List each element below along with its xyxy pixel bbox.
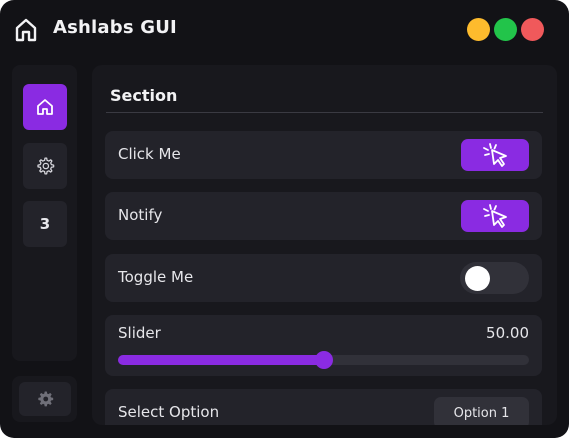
slider-row: Slider 50.00 — [105, 315, 542, 376]
notify-row: Notify — [105, 192, 542, 240]
slider-label: Slider — [118, 324, 161, 342]
select-option-row: Select Option Option 1 — [105, 389, 542, 425]
sidebar: 3 — [12, 65, 77, 361]
sidebar-item-settings[interactable] — [23, 143, 67, 189]
home-icon — [15, 18, 37, 42]
click-me-label: Click Me — [118, 145, 181, 163]
main-panel: Section Click Me Notify Toggle Me Slider… — [92, 65, 557, 425]
section-title: Section — [110, 86, 178, 105]
notify-button[interactable] — [461, 200, 529, 232]
sidebar-item-3[interactable]: 3 — [23, 201, 67, 247]
slider-track[interactable] — [118, 351, 529, 369]
cursor-click-icon — [483, 143, 507, 167]
sidebar-footer — [12, 376, 77, 422]
gear-icon — [37, 157, 55, 175]
toggle-me-switch[interactable] — [460, 262, 529, 294]
section-divider — [106, 112, 543, 113]
minimize-button[interactable] — [467, 18, 490, 41]
slider-value: 50.00 — [486, 324, 529, 342]
close-button[interactable] — [521, 18, 544, 41]
title-bar: Ashlabs GUI — [0, 0, 569, 60]
notify-label: Notify — [118, 206, 163, 224]
toggle-me-label: Toggle Me — [118, 268, 194, 286]
gear-icon — [38, 391, 54, 407]
toggle-me-row: Toggle Me — [105, 254, 542, 302]
toggle-knob — [465, 266, 490, 291]
home-icon — [37, 99, 53, 115]
sidebar-item-home[interactable] — [23, 84, 67, 130]
slider-thumb[interactable] — [314, 351, 333, 369]
slider-fill — [118, 355, 324, 365]
settings-button[interactable] — [19, 382, 71, 416]
app-title: Ashlabs GUI — [53, 17, 177, 38]
app-window: Ashlabs GUI 3 Section Click Me Notify To… — [0, 0, 569, 438]
click-me-button[interactable] — [461, 139, 529, 171]
maximize-button[interactable] — [494, 18, 517, 41]
select-option-label: Select Option — [118, 403, 220, 421]
cursor-click-icon — [483, 204, 507, 228]
click-me-row: Click Me — [105, 131, 542, 179]
option-dropdown[interactable]: Option 1 — [434, 397, 529, 425]
